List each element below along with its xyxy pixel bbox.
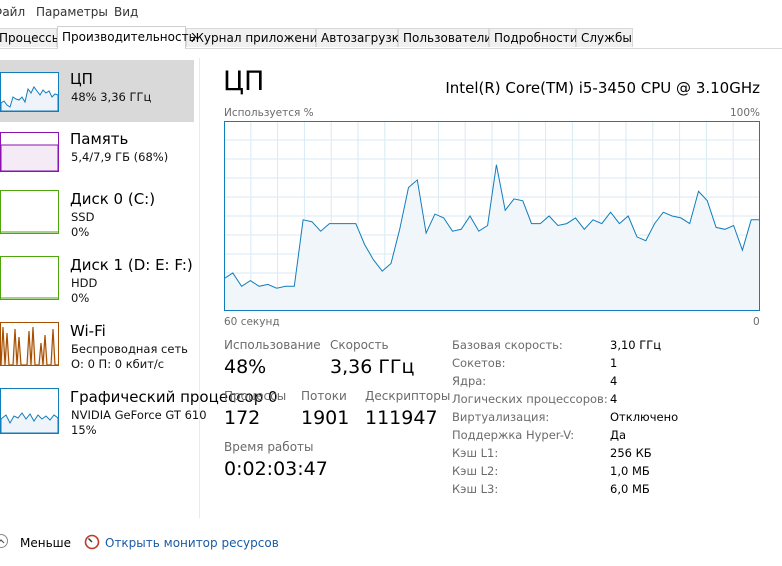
detail-key: Поддержка Hyper-V:	[452, 428, 575, 442]
detail-key: Базовая скорость:	[452, 338, 563, 352]
memory-thumbnail-fill	[1, 144, 58, 171]
sidebar-gpu-usage: 15%	[71, 423, 97, 437]
gpu-thumbnail-area	[1, 412, 58, 433]
detail-key: Ядра:	[452, 374, 487, 388]
chart-y-max-label: 100%	[729, 107, 760, 119]
detail-key: Сокетов:	[452, 356, 506, 370]
speed-label: Скорость	[330, 338, 389, 352]
tab-startup[interactable]: Автозагрузка	[316, 28, 406, 47]
tab-bar: Процессы Производительность Журнал прило…	[0, 26, 782, 49]
sidebar-item-cpu[interactable]: ЦП 48% 3,36 ГГц	[0, 60, 194, 122]
sidebar-disk1-title: Диск 1 (D: E: F:)	[70, 256, 193, 274]
sidebar-disk0-title: Диск 0 (C:)	[70, 190, 156, 208]
tab-processes[interactable]: Процессы	[0, 28, 61, 47]
uptime-value: 0:02:03:47	[224, 458, 328, 480]
sidebar-item-memory[interactable]: Память 5,4/7,9 ГБ (68%)	[0, 120, 194, 182]
bottom-bar: Меньше Открыть монитор ресурсов	[0, 528, 782, 558]
detail-value: 4	[610, 392, 618, 406]
sidebar-memory-title: Память	[70, 130, 129, 148]
detail-key: Кэш L1:	[452, 446, 499, 460]
tab-app-history[interactable]: Журнал приложений	[186, 28, 325, 47]
gpu-thumbnail	[0, 388, 59, 434]
uptime-label: Время работы	[224, 440, 314, 454]
sidebar-wifi-type: Беспроводная сеть	[71, 342, 188, 356]
resource-sidebar: ЦП 48% 3,36 ГГц Память 5,4/7,9 ГБ (68%) …	[0, 58, 278, 518]
tab-users[interactable]: Пользователи	[398, 28, 492, 47]
usage-label: Использование	[224, 338, 321, 352]
detail-value: 3,10 ГГц	[610, 338, 662, 352]
tab-performance[interactable]: Производительность	[57, 26, 196, 49]
disk1-thumbnail	[0, 256, 59, 300]
detail-value: Отключено	[610, 410, 679, 424]
memory-thumbnail	[0, 132, 59, 172]
detail-value: Да	[610, 428, 627, 442]
tab-details[interactable]: Подробности	[489, 28, 578, 47]
detail-key: Виртуализация:	[452, 410, 550, 424]
sidebar-disk1-type: HDD	[71, 276, 98, 290]
sidebar-memory-usage: 5,4/7,9 ГБ (68%)	[71, 150, 169, 164]
detail-key: Кэш L3:	[452, 482, 499, 496]
sidebar-disk0-usage: 0%	[71, 225, 90, 239]
cpu-usage-svg	[223, 121, 760, 311]
menu-options[interactable]: Параметры	[36, 5, 108, 19]
sidebar-cpu-title: ЦП	[70, 70, 93, 88]
chart-y-label: Используется %	[224, 107, 314, 119]
sidebar-cpu-usage: 48% 3,36 ГГц	[71, 90, 152, 104]
sidebar-disk0-type: SSD	[71, 210, 95, 224]
detail-value: 6,0 МБ	[610, 482, 650, 496]
sidebar-item-gpu[interactable]: Графический процессор 0 NVIDIA GeForce G…	[0, 378, 278, 440]
detail-value: 4	[610, 374, 618, 388]
threads-label: Потоки	[301, 389, 347, 403]
detail-key: Логических процессоров:	[452, 392, 608, 406]
detail-value: 256 КБ	[610, 446, 652, 460]
cpu-thumbnail-area	[1, 86, 58, 111]
page-title: ЦП	[223, 66, 265, 97]
sidebar-wifi-speed: О: 0 П: 0 кбит/с	[71, 357, 165, 371]
handles-value: 111947	[365, 407, 438, 429]
wifi-thumbnail	[0, 322, 59, 366]
sidebar-disk1-usage: 0%	[71, 291, 90, 305]
menu-bar: Файл Параметры Вид	[0, 0, 782, 26]
fewer-details-button[interactable]: Меньше	[20, 536, 71, 550]
sidebar-item-wifi[interactable]: Wi-Fi Беспроводная сеть О: 0 П: 0 кбит/с	[0, 312, 194, 374]
sidebar-gpu-model: NVIDIA GeForce GT 610	[71, 408, 207, 422]
speed-value: 3,36 ГГц	[330, 356, 415, 378]
chevron-up-icon[interactable]	[0, 534, 8, 548]
wifi-thumbnail-spikes	[1, 326, 58, 365]
threads-value: 1901	[301, 407, 350, 429]
cpu-usage-chart	[223, 121, 760, 311]
sidebar-item-disk1[interactable]: Диск 1 (D: E: F:) HDD 0%	[0, 246, 194, 308]
sidebar-wifi-title: Wi-Fi	[70, 322, 106, 340]
cpu-model-name: Intel(R) Core(TM) i5-3450 CPU @ 3.10GHz	[445, 79, 760, 97]
handles-label: Дескрипторы	[365, 389, 451, 403]
usage-value: 48%	[224, 356, 267, 378]
chart-x-end-label: 0	[753, 316, 760, 328]
open-resource-monitor-link[interactable]: Открыть монитор ресурсов	[105, 536, 279, 550]
resource-monitor-icon[interactable]	[84, 534, 100, 550]
detail-value: 1	[610, 356, 618, 370]
panel-divider	[199, 58, 200, 518]
processes-label: Процессы	[224, 389, 287, 403]
menu-view[interactable]: Вид	[114, 5, 138, 19]
processes-value: 172	[224, 407, 261, 429]
cpu-thumbnail	[0, 72, 59, 112]
tab-services[interactable]: Службы	[576, 28, 633, 47]
detail-value: 1,0 МБ	[610, 464, 650, 478]
detail-key: Кэш L2:	[452, 464, 499, 478]
sidebar-item-disk0[interactable]: Диск 0 (C:) SSD 0%	[0, 180, 194, 242]
chart-x-start-label: 60 секунд	[224, 316, 280, 328]
menu-file[interactable]: Файл	[0, 5, 25, 19]
disk0-thumbnail	[0, 190, 59, 234]
